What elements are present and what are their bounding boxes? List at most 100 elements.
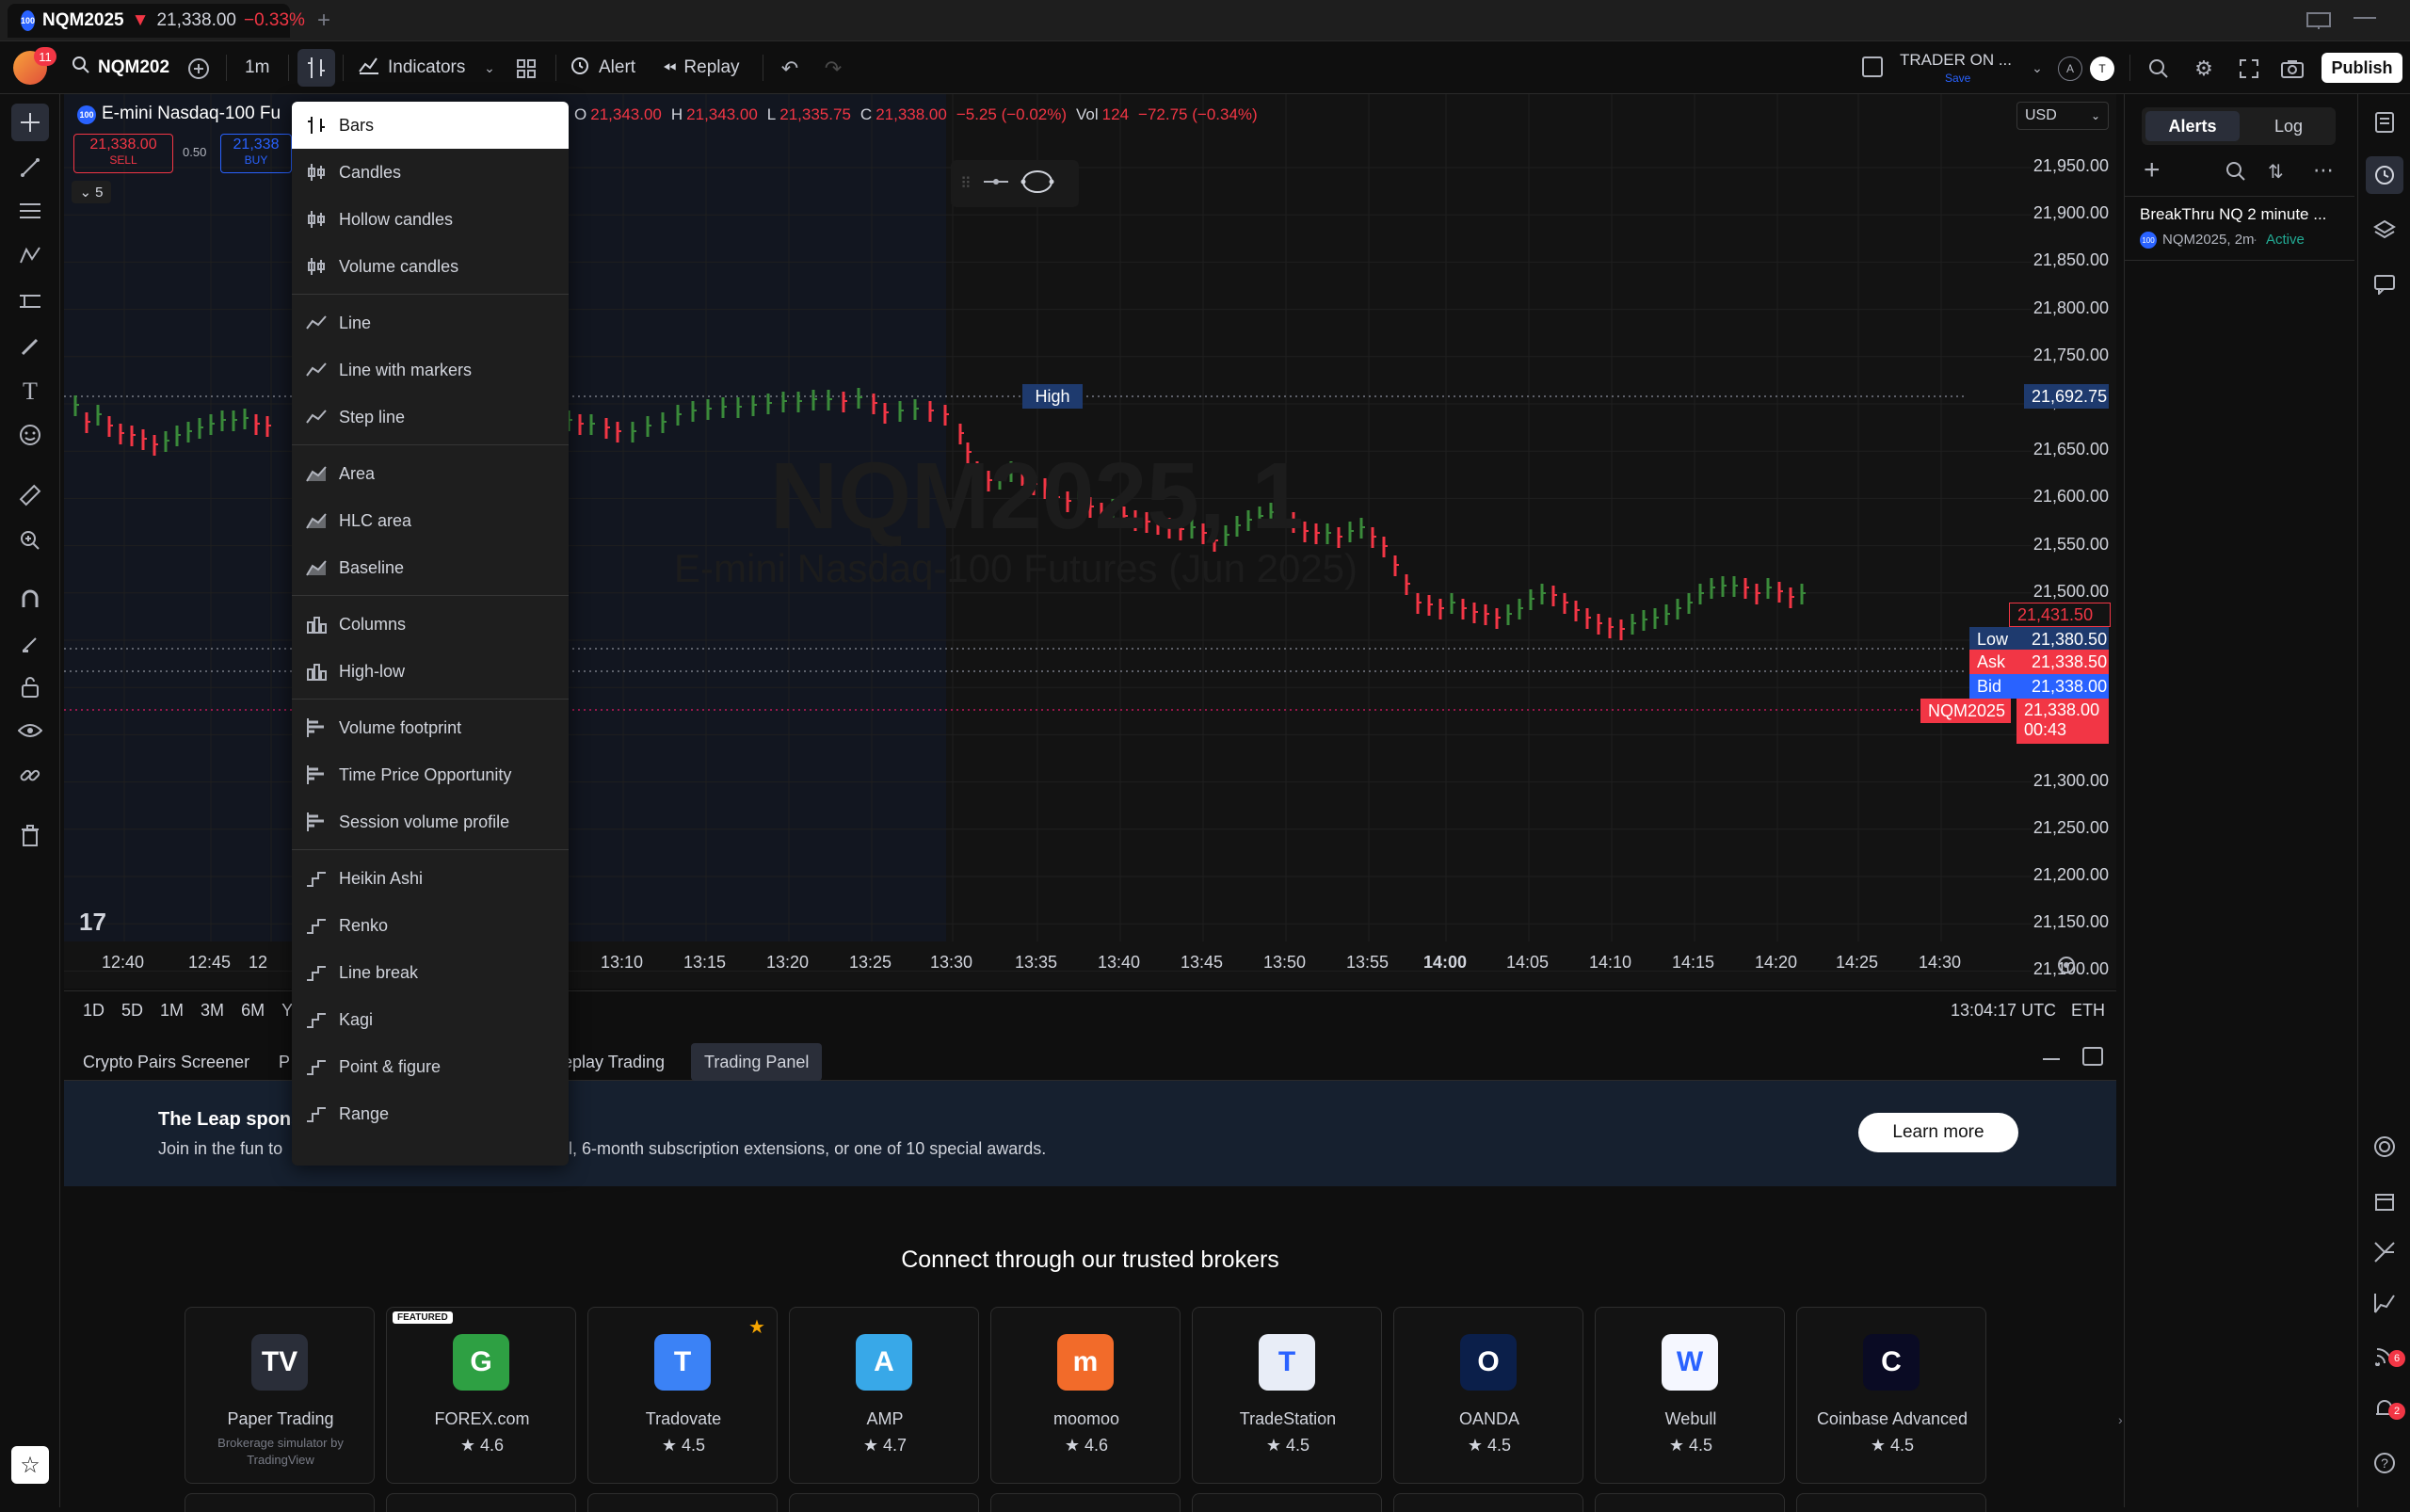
window-layout-icon[interactable] <box>2305 8 2333 34</box>
broker-card-coinbase-advanced[interactable]: C Coinbase Advanced ★ 4.5 <box>1796 1307 1986 1484</box>
layout-chevron-down-icon[interactable]: ⌄ <box>2026 56 2048 79</box>
broker-card-moomoo[interactable]: m moomoo ★ 4.6 <box>990 1307 1181 1484</box>
menu-item-session-volume-profile[interactable]: Session volume profile <box>292 798 569 845</box>
alert-button[interactable]: Alert <box>569 41 635 94</box>
shape-ellipse-tool-icon[interactable] <box>1020 168 1054 201</box>
menu-item-candles[interactable]: Candles <box>292 149 569 196</box>
floating-drawing-toolbar[interactable]: ⠿ <box>951 160 1079 207</box>
maximize-panel-icon[interactable] <box>2082 1047 2103 1066</box>
fullscreen-icon[interactable] <box>2235 55 2263 83</box>
auto-scale-settings-icon[interactable] <box>2056 955 2077 975</box>
menu-item-range[interactable]: Range <box>292 1090 569 1137</box>
search-alerts-icon[interactable] <box>2225 160 2247 187</box>
link-icon[interactable] <box>11 757 49 795</box>
chat-icon[interactable] <box>2366 265 2403 303</box>
sell-button[interactable]: 21,338.00 SELL <box>73 134 173 173</box>
menu-item-hlc-area[interactable]: HLC area <box>292 497 569 544</box>
crosshair-icon[interactable] <box>11 104 49 141</box>
new-tab-icon[interactable]: + <box>311 8 337 34</box>
target-icon[interactable] <box>2366 1128 2403 1166</box>
menu-item-time-price-opportunity[interactable]: Time Price Opportunity <box>292 751 569 798</box>
tradingview-logo-icon[interactable]: 17 <box>79 908 106 937</box>
broker-card-partial[interactable] <box>1595 1493 1785 1512</box>
object-tree-layers-icon[interactable] <box>2366 211 2403 249</box>
add-alert-icon[interactable]: + <box>2144 156 2172 185</box>
broker-card-oanda[interactable]: O OANDA ★ 4.5 <box>1393 1307 1583 1484</box>
magnet-icon[interactable] <box>11 580 49 618</box>
menu-item-area[interactable]: Area <box>292 450 569 497</box>
layout-checkbox-icon[interactable] <box>1862 56 1883 77</box>
account-a-pill[interactable]: A <box>2058 56 2082 81</box>
sort-icon[interactable]: ⇅ <box>2268 160 2284 184</box>
broker-card-partial[interactable] <box>587 1493 778 1512</box>
ideas-icon[interactable] <box>2366 1233 2403 1271</box>
tab-replay-trading[interactable]: eplay Trading <box>563 1043 665 1081</box>
utc-clock[interactable]: 13:04:17 UTC <box>1951 1001 2056 1021</box>
streams-icon[interactable] <box>2366 1284 2403 1322</box>
range-button-3m[interactable]: 3M <box>201 1001 224 1021</box>
browser-tab[interactable]: 100 NQM2025 ▼ 21,338.00 −0.33% <box>8 4 305 38</box>
broker-card-partial[interactable] <box>1796 1493 1986 1512</box>
menu-item-kagi[interactable]: Kagi <box>292 996 569 1043</box>
more-options-icon[interactable]: ⋯ <box>2313 158 2334 183</box>
redo-icon[interactable]: ↷ <box>819 55 847 83</box>
emoji-icon[interactable] <box>11 416 49 454</box>
menu-item-renko[interactable]: Renko <box>292 902 569 949</box>
menu-item-heikin-ashi[interactable]: Heikin Ashi <box>292 855 569 902</box>
horizontal-line-tool-icon[interactable] <box>983 175 1009 192</box>
broker-card-partial[interactable] <box>1393 1493 1583 1512</box>
brush-icon[interactable] <box>11 328 49 365</box>
publish-button[interactable]: Publish <box>2322 53 2402 83</box>
account-t-pill[interactable]: T <box>2090 56 2114 81</box>
menu-item-volume-candles[interactable]: Volume candles <box>292 243 569 290</box>
broker-card-forex-com[interactable]: G FOREX.com ★ 4.6 FEATURED <box>386 1307 576 1484</box>
menu-item-line-break[interactable]: Line break <box>292 949 569 996</box>
tab-alerts[interactable]: Alerts <box>2145 111 2240 141</box>
range-button-5d[interactable]: 5D <box>121 1001 143 1021</box>
broker-card-partial[interactable] <box>1192 1493 1382 1512</box>
alert-name[interactable]: BreakThru NQ 2 minute ... <box>2140 205 2347 224</box>
layout-name[interactable]: TRADER ON ... <box>1900 51 2012 70</box>
minimize-icon[interactable] <box>2354 17 2376 19</box>
eye-icon[interactable] <box>11 712 49 749</box>
menu-item-line-with-markers[interactable]: Line with markers <box>292 346 569 394</box>
broker-card-webull[interactable]: W Webull ★ 4.5 <box>1595 1307 1785 1484</box>
alerts-clock-icon[interactable] <box>2366 156 2403 194</box>
stay-in-drawing-mode-icon[interactable] <box>11 625 49 663</box>
collapse-indicators-button[interactable]: ⌄ 5 <box>72 181 111 203</box>
broker-card-partial[interactable] <box>185 1493 375 1512</box>
watchlist-icon[interactable] <box>2366 104 2403 141</box>
trend-line-icon[interactable] <box>11 149 49 186</box>
menu-item-baseline[interactable]: Baseline <box>292 544 569 591</box>
broker-card-partial[interactable] <box>386 1493 576 1512</box>
ruler-icon[interactable] <box>11 476 49 514</box>
chart-type-candles-icon[interactable] <box>297 49 335 87</box>
tab-crypto-pairs-screener[interactable]: Crypto Pairs Screener <box>83 1043 249 1081</box>
pattern-tool-icon[interactable] <box>11 237 49 275</box>
text-tool-icon[interactable]: T <box>11 373 49 410</box>
chevron-down-icon[interactable]: ⌄ <box>478 56 501 79</box>
minimize-panel-icon[interactable] <box>2043 1058 2060 1060</box>
menu-item-high-low[interactable]: High-low <box>292 648 569 695</box>
broker-card-paper-trading[interactable]: TV Paper Trading Brokerage simulator by Tra… <box>185 1307 375 1484</box>
broker-card-tradovate[interactable]: T Tradovate ★ 4.5 ★ <box>587 1307 778 1484</box>
favorites-star-icon[interactable]: ☆ <box>11 1446 49 1484</box>
broker-card-amp[interactable]: A AMP ★ 4.7 <box>789 1307 979 1484</box>
menu-item-step-line[interactable]: Step line <box>292 394 569 441</box>
forecasting-tool-icon[interactable] <box>11 282 49 320</box>
camera-snapshot-icon[interactable] <box>2278 55 2306 83</box>
tab-log[interactable]: Log <box>2243 111 2334 141</box>
session-toggle[interactable]: ETH <box>2071 1001 2105 1021</box>
quick-search-icon[interactable] <box>2145 55 2173 83</box>
symbol-search[interactable]: NQM202 <box>72 41 169 94</box>
menu-item-bars[interactable]: Bars <box>292 102 569 149</box>
undo-icon[interactable]: ↶ <box>776 55 804 83</box>
interval-button[interactable]: 1m <box>245 41 269 94</box>
indicators-button[interactable]: Indicators <box>358 41 465 94</box>
templates-grid-icon[interactable] <box>512 55 540 83</box>
menu-item-columns[interactable]: Columns <box>292 601 569 648</box>
compare-symbol-icon[interactable] <box>185 55 213 83</box>
help-icon[interactable]: ? <box>2366 1444 2403 1482</box>
drag-handle-icon[interactable]: ⠿ <box>960 174 972 193</box>
lock-icon[interactable] <box>11 668 49 706</box>
